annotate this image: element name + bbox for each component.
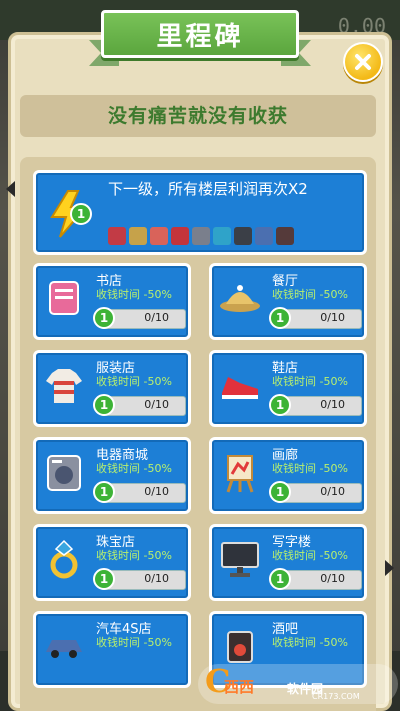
store-card-restaurant[interactable]: 餐厅 收钱时间 -50% 1 0/10 xyxy=(209,263,367,340)
store-effect: 收钱时间 -50% xyxy=(96,636,172,649)
store-card-clothing[interactable]: 服装店 收钱时间 -50% 1 0/10 xyxy=(33,350,191,427)
progress-text: 0/10 xyxy=(144,311,169,324)
appliance-icon xyxy=(42,450,86,494)
book-icon xyxy=(108,227,126,245)
store-effect: 收钱时间 -50% xyxy=(96,288,172,301)
ring-icon xyxy=(213,227,231,245)
progress-bar: 1 0/10 xyxy=(93,568,186,590)
monitor-icon xyxy=(234,227,252,245)
level-badge: 1 xyxy=(93,568,115,590)
shoe-icon xyxy=(171,227,189,245)
monitor-icon xyxy=(218,537,262,581)
book-icon xyxy=(42,276,86,320)
easel-icon xyxy=(218,450,262,494)
progress-bar: 1 0/10 xyxy=(269,394,362,416)
level-badge: 1 xyxy=(93,394,115,416)
store-effect: 收钱时间 -50% xyxy=(96,549,172,562)
progress-bar: 1 0/10 xyxy=(269,481,362,503)
level-badge: 1 xyxy=(70,203,92,225)
level-badge: 1 xyxy=(269,307,291,329)
progress-bar: 1 0/10 xyxy=(93,307,186,329)
store-effect: 收钱时间 -50% xyxy=(96,375,172,388)
progress-text: 0/10 xyxy=(320,572,345,585)
ring-icon xyxy=(42,537,86,581)
subtitle-banner: 没有痛苦就没有收获 xyxy=(20,95,376,137)
store-effect: 收钱时间 -50% xyxy=(272,375,348,388)
close-x-icon xyxy=(355,54,371,70)
progress-bar: 1 0/10 xyxy=(269,568,362,590)
shirt-icon xyxy=(150,227,168,245)
level-badge: 1 xyxy=(269,481,291,503)
level-badge: 1 xyxy=(93,481,115,503)
store-effect: 收钱时间 -50% xyxy=(96,462,172,475)
store-effect: 收钱时间 -50% xyxy=(272,549,348,562)
progress-bar: 1 0/10 xyxy=(93,481,186,503)
store-card-car-dealer[interactable]: 汽车4S店 收钱时间 -50% xyxy=(33,611,191,688)
watermark-url: CR173.COM xyxy=(312,692,360,701)
store-effect: 收钱时间 -50% xyxy=(272,288,348,301)
food-tray-icon xyxy=(129,227,147,245)
store-card-gallery[interactable]: 画廊 收钱时间 -50% 1 0/10 xyxy=(209,437,367,514)
shirt-icon xyxy=(42,363,86,407)
store-card-shoes[interactable]: 鞋店 收钱时间 -50% 1 0/10 xyxy=(209,350,367,427)
store-effect: 收钱时间 -50% xyxy=(272,462,348,475)
appliance-icon xyxy=(192,227,210,245)
page-title: 里程碑 xyxy=(156,22,244,52)
progress-text: 0/10 xyxy=(144,485,169,498)
shoe-icon xyxy=(218,363,262,407)
store-card-bookstore[interactable]: 书店 收钱时间 -50% 1 0/10 xyxy=(33,263,191,340)
next-level-card: 1 下一级，所有楼层利润再次X2 xyxy=(33,170,367,255)
mini-icon-row xyxy=(108,227,294,245)
store-effect: 收钱时间 -50% xyxy=(272,636,348,649)
scroll-left-arrow-icon xyxy=(6,181,15,197)
close-button[interactable] xyxy=(343,42,383,82)
next-level-text: 下一级，所有楼层利润再次X2 xyxy=(108,180,308,198)
progress-text: 0/10 xyxy=(320,398,345,411)
progress-text: 0/10 xyxy=(144,398,169,411)
progress-bar: 1 0/10 xyxy=(269,307,362,329)
scroll-right-arrow-icon xyxy=(385,560,394,576)
level-badge: 1 xyxy=(269,568,291,590)
store-card-electronics[interactable]: 电器商城 收钱时间 -50% 1 0/10 xyxy=(33,437,191,514)
level-badge: 1 xyxy=(269,394,291,416)
car-icon xyxy=(42,624,86,668)
car-icon xyxy=(255,227,273,245)
speaker-icon xyxy=(276,227,294,245)
progress-text: 0/10 xyxy=(320,485,345,498)
food-tray-icon xyxy=(218,276,262,320)
store-card-office[interactable]: 写字楼 收钱时间 -50% 1 0/10 xyxy=(209,524,367,601)
store-card-jewelry[interactable]: 珠宝店 收钱时间 -50% 1 0/10 xyxy=(33,524,191,601)
level-badge: 1 xyxy=(93,307,115,329)
watermark-brand: 西西 xyxy=(224,678,255,696)
progress-text: 0/10 xyxy=(320,311,345,324)
title-ribbon: 里程碑 xyxy=(89,10,311,66)
progress-text: 0/10 xyxy=(144,572,169,585)
progress-bar: 1 0/10 xyxy=(93,394,186,416)
